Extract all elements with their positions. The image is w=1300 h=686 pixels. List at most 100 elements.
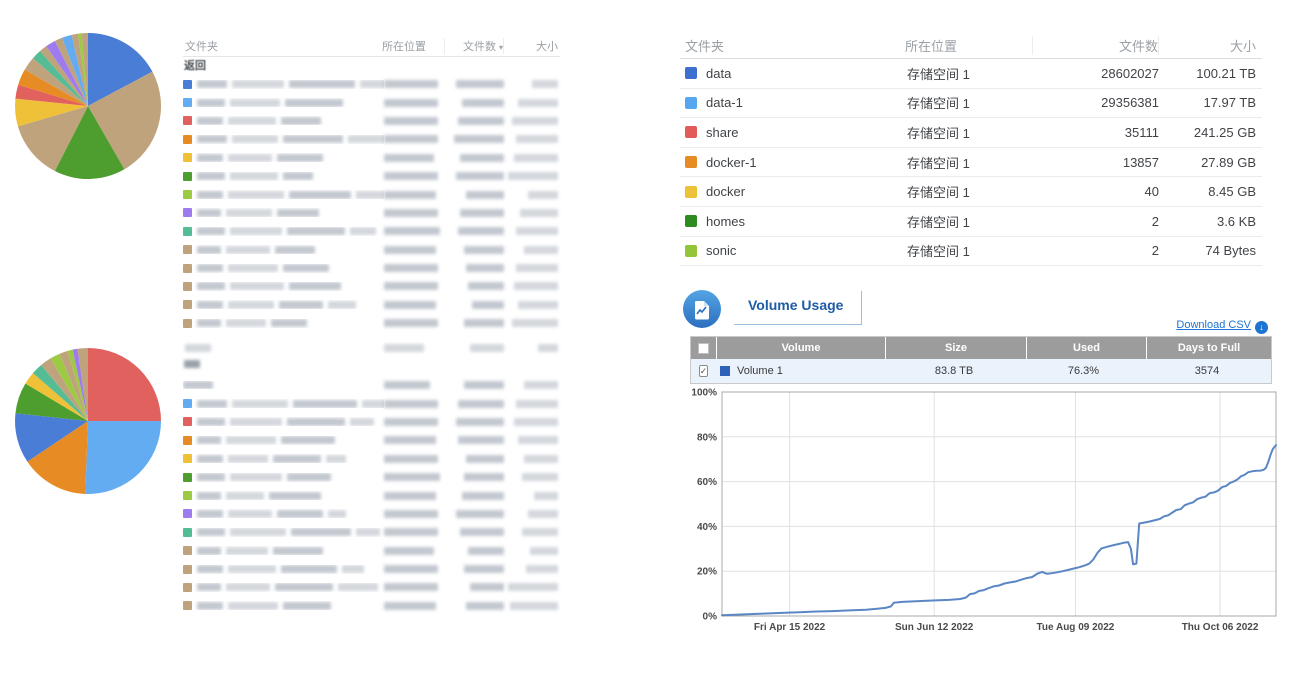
back-link[interactable]: 返回 [184, 59, 210, 74]
column-header-filecount-label: 文件数 [463, 41, 496, 53]
table-row[interactable] [183, 413, 560, 431]
column-header-folder[interactable]: 文件夹 [183, 38, 382, 54]
table-row[interactable] [183, 376, 560, 394]
column-header-location[interactable]: 所在位置 [905, 36, 1032, 55]
redacted-text [456, 172, 504, 180]
column-header-size-redacted[interactable] [504, 344, 560, 352]
column-header-filecount-redacted[interactable] [446, 344, 504, 352]
select-all-checkbox[interactable] [698, 343, 709, 354]
redacted-text [283, 135, 343, 143]
redacted-text [232, 80, 284, 88]
bottom-folder-pie-chart [12, 343, 164, 515]
redacted-text [281, 565, 337, 573]
filecount-cell: 2 [1034, 243, 1159, 258]
table-row[interactable]: homes存储空间 123.6 KB [680, 207, 1262, 237]
table-row[interactable] [183, 259, 560, 277]
folder-color-icon [685, 186, 697, 198]
table-row[interactable]: sonic存储空间 1274 Bytes [680, 237, 1262, 267]
table-row[interactable] [183, 93, 560, 111]
redacted-text [384, 191, 436, 199]
location-cell [384, 227, 446, 235]
table-row[interactable]: data-1存储空间 12935638117.97 TB [680, 89, 1262, 119]
filecount-cell [446, 209, 504, 217]
folder-name-cell: data-1 [680, 95, 907, 110]
table-row[interactable] [183, 112, 560, 130]
column-header-size[interactable]: 大小 [1158, 36, 1262, 55]
redacted-text [197, 400, 227, 408]
table-row[interactable]: share存储空间 135111241.25 GB [680, 118, 1262, 148]
table-row[interactable] [183, 130, 560, 148]
column-header-folder[interactable]: 文件夹 [680, 36, 905, 55]
table-row[interactable] [183, 185, 560, 203]
volume-checkbox[interactable]: ✓ [699, 365, 709, 377]
table-row[interactable] [183, 241, 560, 259]
redacted-text [197, 602, 223, 610]
table-row[interactable] [183, 394, 560, 412]
column-header-size[interactable]: Size [885, 337, 1026, 359]
table-row[interactable] [183, 204, 560, 222]
filecount-cell [446, 510, 504, 518]
folder-color-icon [183, 473, 192, 482]
redacted-text [197, 492, 221, 500]
redacted-text [462, 492, 504, 500]
table-row[interactable] [183, 523, 560, 541]
back-link-redacted[interactable] [184, 360, 210, 375]
table-row[interactable] [183, 486, 560, 504]
redacted-text [384, 99, 438, 107]
column-header-filecount[interactable]: 文件数 [1032, 36, 1158, 55]
folder-name-cell [183, 399, 384, 408]
table-row[interactable]: data存储空间 128602027100.21 TB [680, 59, 1262, 89]
folder-color-icon [183, 153, 192, 162]
location-cell [384, 154, 446, 162]
table-row[interactable] [183, 431, 560, 449]
table-header: 文件夹 所在位置 文件数 大小 [680, 33, 1262, 59]
folder-name-cell [183, 135, 384, 144]
download-csv-link[interactable]: Download CSV [1176, 319, 1251, 331]
redacted-text [464, 246, 504, 254]
folder-name-cell [183, 98, 384, 107]
table-row[interactable] [183, 450, 560, 468]
redacted-text [526, 565, 558, 573]
column-header-days-to-full[interactable]: Days to Full [1146, 337, 1271, 359]
column-header-size[interactable]: 大小 [503, 38, 560, 54]
table-row[interactable] [183, 542, 560, 560]
table-row[interactable] [183, 560, 560, 578]
table-row[interactable] [183, 75, 560, 93]
filecount-cell [446, 80, 504, 88]
table-row[interactable] [183, 296, 560, 314]
select-all-column[interactable] [691, 337, 716, 359]
folder-name-cell [183, 436, 384, 445]
table-row[interactable] [183, 314, 560, 332]
table-row[interactable]: docker-1存储空间 11385727.89 GB [680, 148, 1262, 178]
table-row[interactable]: docker存储空间 1408.45 GB [680, 177, 1262, 207]
column-header-location[interactable]: 所在位置 [382, 38, 444, 54]
table-row[interactable] [183, 222, 560, 240]
size-cell [504, 209, 560, 217]
table-row[interactable] [183, 597, 560, 615]
download-icon[interactable]: ↓ [1255, 321, 1268, 334]
column-header-location-redacted[interactable] [384, 344, 446, 352]
column-header-volume[interactable]: Volume [716, 337, 885, 359]
table-row[interactable] [183, 149, 560, 167]
table-row[interactable] [183, 468, 560, 486]
redacted-text [464, 319, 504, 327]
table-row[interactable] [183, 505, 560, 523]
table-row[interactable] [183, 578, 560, 596]
table-row[interactable] [183, 167, 560, 185]
folder-name-cell [183, 565, 384, 574]
redacted-text [279, 301, 323, 309]
redacted-text [522, 528, 558, 536]
redacted-text [466, 602, 504, 610]
column-header-used[interactable]: Used [1026, 337, 1146, 359]
table-row[interactable] [183, 277, 560, 295]
redacted-text [458, 436, 504, 444]
redacted-text [512, 319, 558, 327]
filecount-cell [446, 135, 504, 143]
column-header-filecount[interactable]: 文件数▾ [444, 38, 503, 54]
size-cell [504, 154, 560, 162]
redacted-text [464, 381, 504, 389]
column-header-folder-redacted[interactable] [183, 344, 384, 352]
redacted-text [460, 209, 504, 217]
location-cell [384, 80, 446, 88]
table-header-redacted [183, 338, 560, 358]
